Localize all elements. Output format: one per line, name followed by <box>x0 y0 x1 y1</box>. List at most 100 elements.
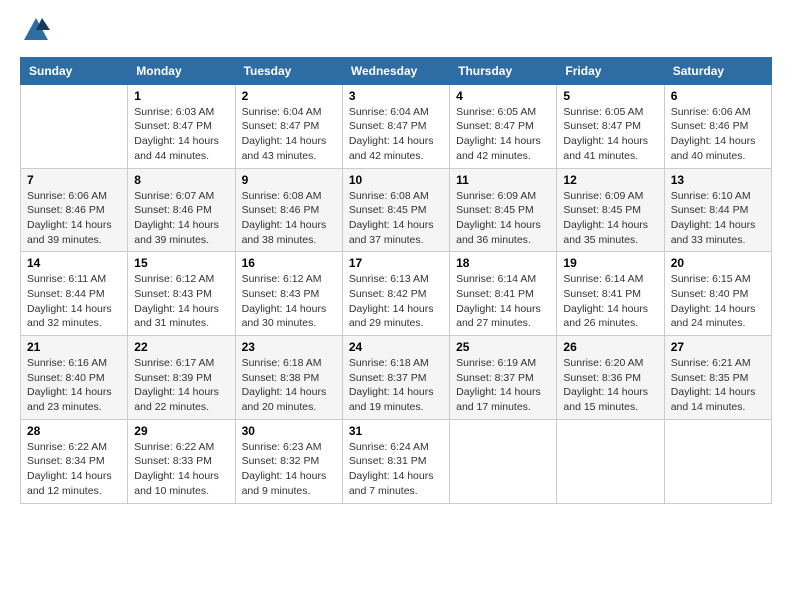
day-info: Sunrise: 6:14 AM Sunset: 8:41 PM Dayligh… <box>563 272 657 331</box>
calendar-header-tuesday: Tuesday <box>235 57 342 84</box>
calendar-header-friday: Friday <box>557 57 664 84</box>
day-info: Sunrise: 6:12 AM Sunset: 8:43 PM Dayligh… <box>242 272 336 331</box>
day-number: 24 <box>349 340 443 354</box>
calendar-cell: 20 Sunrise: 6:15 AM Sunset: 8:40 PM Dayli… <box>664 252 771 336</box>
calendar-cell: 12 Sunrise: 6:09 AM Sunset: 8:45 PM Dayli… <box>557 168 664 252</box>
day-number: 21 <box>27 340 121 354</box>
logo-icon <box>22 16 50 44</box>
day-info: Sunrise: 6:10 AM Sunset: 8:44 PM Dayligh… <box>671 189 765 248</box>
day-info: Sunrise: 6:21 AM Sunset: 8:35 PM Dayligh… <box>671 356 765 415</box>
day-info: Sunrise: 6:16 AM Sunset: 8:40 PM Dayligh… <box>27 356 121 415</box>
day-info: Sunrise: 6:09 AM Sunset: 8:45 PM Dayligh… <box>456 189 550 248</box>
calendar-cell: 7 Sunrise: 6:06 AM Sunset: 8:46 PM Daylig… <box>21 168 128 252</box>
calendar-header-wednesday: Wednesday <box>342 57 449 84</box>
calendar-cell <box>450 419 557 503</box>
calendar-cell: 6 Sunrise: 6:06 AM Sunset: 8:46 PM Daylig… <box>664 84 771 168</box>
calendar-cell: 18 Sunrise: 6:14 AM Sunset: 8:41 PM Dayli… <box>450 252 557 336</box>
day-number: 23 <box>242 340 336 354</box>
calendar-cell: 1 Sunrise: 6:03 AM Sunset: 8:47 PM Daylig… <box>128 84 235 168</box>
day-info: Sunrise: 6:23 AM Sunset: 8:32 PM Dayligh… <box>242 440 336 499</box>
day-number: 27 <box>671 340 765 354</box>
calendar-cell: 30 Sunrise: 6:23 AM Sunset: 8:32 PM Dayli… <box>235 419 342 503</box>
day-number: 13 <box>671 173 765 187</box>
calendar-cell: 25 Sunrise: 6:19 AM Sunset: 8:37 PM Dayli… <box>450 336 557 420</box>
day-number: 11 <box>456 173 550 187</box>
day-info: Sunrise: 6:13 AM Sunset: 8:42 PM Dayligh… <box>349 272 443 331</box>
calendar-cell: 3Sunrise: 6:04 AM Sunset: 8:47 PM Daylig… <box>342 84 449 168</box>
calendar-cell: 31Sunrise: 6:24 AM Sunset: 8:31 PM Dayli… <box>342 419 449 503</box>
day-number: 1 <box>134 89 228 103</box>
calendar-header-thursday: Thursday <box>450 57 557 84</box>
calendar-cell: 9Sunrise: 6:08 AM Sunset: 8:46 PM Daylig… <box>235 168 342 252</box>
calendar-header-row: SundayMondayTuesdayWednesdayThursdayFrid… <box>21 57 772 84</box>
day-number: 12 <box>563 173 657 187</box>
calendar-cell <box>21 84 128 168</box>
day-info: Sunrise: 6:18 AM Sunset: 8:38 PM Dayligh… <box>242 356 336 415</box>
day-number: 5 <box>563 89 657 103</box>
calendar-cell: 26 Sunrise: 6:20 AM Sunset: 8:36 PM Dayli… <box>557 336 664 420</box>
day-number: 25 <box>456 340 550 354</box>
calendar-cell <box>557 419 664 503</box>
day-info: Sunrise: 6:05 AM Sunset: 8:47 PM Dayligh… <box>563 105 657 164</box>
calendar-cell: 16 Sunrise: 6:12 AM Sunset: 8:43 PM Dayli… <box>235 252 342 336</box>
day-number: 7 <box>27 173 121 187</box>
day-info: Sunrise: 6:22 AM Sunset: 8:34 PM Dayligh… <box>27 440 121 499</box>
calendar-cell: 19 Sunrise: 6:14 AM Sunset: 8:41 PM Dayli… <box>557 252 664 336</box>
day-info: Sunrise: 6:05 AM Sunset: 8:47 PM Dayligh… <box>456 105 550 164</box>
day-info: Sunrise: 6:09 AM Sunset: 8:45 PM Dayligh… <box>563 189 657 248</box>
calendar-cell: 2 Sunrise: 6:04 AM Sunset: 8:47 PM Daylig… <box>235 84 342 168</box>
day-number: 20 <box>671 256 765 270</box>
page-header <box>20 16 772 49</box>
calendar-cell: 14Sunrise: 6:11 AM Sunset: 8:44 PM Dayli… <box>21 252 128 336</box>
day-number: 30 <box>242 424 336 438</box>
day-number: 3 <box>349 89 443 103</box>
day-number: 14 <box>27 256 121 270</box>
day-number: 6 <box>671 89 765 103</box>
day-info: Sunrise: 6:15 AM Sunset: 8:40 PM Dayligh… <box>671 272 765 331</box>
day-number: 29 <box>134 424 228 438</box>
day-number: 26 <box>563 340 657 354</box>
day-info: Sunrise: 6:04 AM Sunset: 8:47 PM Dayligh… <box>242 105 336 164</box>
day-info: Sunrise: 6:08 AM Sunset: 8:45 PM Dayligh… <box>349 189 443 248</box>
calendar-header-sunday: Sunday <box>21 57 128 84</box>
day-number: 28 <box>27 424 121 438</box>
calendar-cell: 15Sunrise: 6:12 AM Sunset: 8:43 PM Dayli… <box>128 252 235 336</box>
calendar-cell: 8Sunrise: 6:07 AM Sunset: 8:46 PM Daylig… <box>128 168 235 252</box>
calendar-table: SundayMondayTuesdayWednesdayThursdayFrid… <box>20 57 772 504</box>
day-number: 22 <box>134 340 228 354</box>
calendar-cell: 17 Sunrise: 6:13 AM Sunset: 8:42 PM Dayli… <box>342 252 449 336</box>
day-info: Sunrise: 6:18 AM Sunset: 8:37 PM Dayligh… <box>349 356 443 415</box>
calendar-cell: 24 Sunrise: 6:18 AM Sunset: 8:37 PM Dayli… <box>342 336 449 420</box>
calendar-week-3: 14Sunrise: 6:11 AM Sunset: 8:44 PM Dayli… <box>21 252 772 336</box>
calendar-week-2: 7 Sunrise: 6:06 AM Sunset: 8:46 PM Daylig… <box>21 168 772 252</box>
day-info: Sunrise: 6:20 AM Sunset: 8:36 PM Dayligh… <box>563 356 657 415</box>
day-number: 10 <box>349 173 443 187</box>
calendar-cell: 29 Sunrise: 6:22 AM Sunset: 8:33 PM Dayli… <box>128 419 235 503</box>
calendar-week-5: 28 Sunrise: 6:22 AM Sunset: 8:34 PM Dayli… <box>21 419 772 503</box>
day-info: Sunrise: 6:06 AM Sunset: 8:46 PM Dayligh… <box>27 189 121 248</box>
calendar-cell: 22Sunrise: 6:17 AM Sunset: 8:39 PM Dayli… <box>128 336 235 420</box>
calendar-header-saturday: Saturday <box>664 57 771 84</box>
calendar-cell: 5 Sunrise: 6:05 AM Sunset: 8:47 PM Daylig… <box>557 84 664 168</box>
day-number: 16 <box>242 256 336 270</box>
day-info: Sunrise: 6:12 AM Sunset: 8:43 PM Dayligh… <box>134 272 228 331</box>
calendar-week-4: 21 Sunrise: 6:16 AM Sunset: 8:40 PM Dayli… <box>21 336 772 420</box>
day-number: 19 <box>563 256 657 270</box>
day-number: 2 <box>242 89 336 103</box>
day-number: 4 <box>456 89 550 103</box>
day-info: Sunrise: 6:06 AM Sunset: 8:46 PM Dayligh… <box>671 105 765 164</box>
calendar-cell: 10 Sunrise: 6:08 AM Sunset: 8:45 PM Dayli… <box>342 168 449 252</box>
calendar-cell: 28 Sunrise: 6:22 AM Sunset: 8:34 PM Dayli… <box>21 419 128 503</box>
logo <box>20 16 50 49</box>
calendar-week-1: 1 Sunrise: 6:03 AM Sunset: 8:47 PM Daylig… <box>21 84 772 168</box>
calendar-cell: 4 Sunrise: 6:05 AM Sunset: 8:47 PM Daylig… <box>450 84 557 168</box>
day-info: Sunrise: 6:03 AM Sunset: 8:47 PM Dayligh… <box>134 105 228 164</box>
day-info: Sunrise: 6:22 AM Sunset: 8:33 PM Dayligh… <box>134 440 228 499</box>
day-info: Sunrise: 6:07 AM Sunset: 8:46 PM Dayligh… <box>134 189 228 248</box>
day-number: 17 <box>349 256 443 270</box>
day-info: Sunrise: 6:14 AM Sunset: 8:41 PM Dayligh… <box>456 272 550 331</box>
day-info: Sunrise: 6:24 AM Sunset: 8:31 PM Dayligh… <box>349 440 443 499</box>
day-number: 18 <box>456 256 550 270</box>
calendar-header-monday: Monday <box>128 57 235 84</box>
day-info: Sunrise: 6:19 AM Sunset: 8:37 PM Dayligh… <box>456 356 550 415</box>
